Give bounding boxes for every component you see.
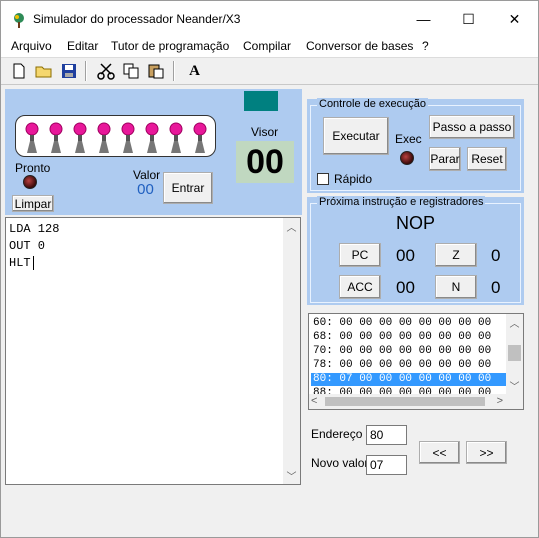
memory-row[interactable]: 60: 00 00 00 00 00 00 00 00 bbox=[311, 317, 507, 330]
menu-conversor[interactable]: Conversor de bases bbox=[306, 39, 413, 53]
scroll-down-icon[interactable]: ﹀ bbox=[506, 377, 523, 394]
code-line: HLT bbox=[9, 256, 31, 270]
novo-valor-label: Novo valor bbox=[311, 456, 369, 470]
cut-icon bbox=[96, 63, 115, 80]
window-title: Simulador do processador Neander/X3 bbox=[33, 12, 241, 26]
scroll-up-icon[interactable]: ︿ bbox=[283, 218, 300, 235]
z-button[interactable]: Z bbox=[435, 243, 477, 267]
leds-panel bbox=[15, 115, 216, 157]
n-button[interactable]: N bbox=[435, 275, 477, 299]
parar-button[interactable]: Parar bbox=[429, 147, 461, 171]
memory-row[interactable]: 68: 00 00 00 00 00 00 00 00 bbox=[311, 331, 507, 344]
exec-label: Exec bbox=[395, 132, 422, 146]
memory-hscrollbar[interactable]: < > bbox=[309, 394, 523, 409]
rapido-checkbox[interactable] bbox=[317, 173, 329, 185]
endereco-label: Endereço bbox=[311, 427, 363, 441]
code-line: OUT 0 bbox=[9, 239, 46, 253]
passo-a-passo-button[interactable]: Passo a passo bbox=[429, 115, 515, 139]
menu-help[interactable]: ? bbox=[422, 39, 429, 53]
code-line: LDA 128 bbox=[9, 222, 60, 236]
pronto-lamp bbox=[23, 175, 37, 189]
entrar-button[interactable]: Entrar bbox=[163, 172, 213, 204]
pc-button[interactable]: PC bbox=[339, 243, 381, 267]
valor-label: Valor bbox=[133, 168, 161, 182]
code-editor[interactable]: LDA 128 OUT 0 HLT ︿ ﹀ bbox=[5, 217, 301, 485]
menu-bar: Arquivo Editar Tutor de programação Comp… bbox=[1, 37, 538, 57]
memory-row[interactable]: 78: 00 00 00 00 00 00 00 00 bbox=[311, 359, 507, 372]
scroll-down-icon[interactable]: ﹀ bbox=[283, 467, 300, 484]
menu-editar[interactable]: Editar bbox=[67, 39, 98, 53]
memory-row[interactable]: 70: 00 00 00 00 00 00 00 00 bbox=[311, 345, 507, 358]
registers-panel: Próxima instrução e registradores NOP PC… bbox=[307, 196, 524, 305]
exec-lamp bbox=[400, 151, 414, 165]
led-lamp-icon bbox=[24, 120, 40, 156]
copy-button[interactable] bbox=[119, 60, 142, 82]
rapido-label: Rápido bbox=[334, 172, 373, 186]
pc-value: 00 bbox=[396, 246, 415, 265]
novo-valor-input[interactable]: 07 bbox=[366, 455, 407, 475]
io-panel: Visor 00 Pronto Limpar Valor 00 Entrar bbox=[5, 89, 302, 215]
save-icon bbox=[61, 64, 76, 78]
z-value: 0 bbox=[491, 246, 501, 265]
next-button[interactable]: >> bbox=[466, 441, 507, 464]
led-lamp-icon bbox=[144, 120, 160, 156]
cut-button[interactable] bbox=[94, 60, 117, 82]
led-lamp-icon bbox=[192, 120, 208, 156]
reset-button[interactable]: Reset bbox=[467, 147, 507, 171]
memory-row[interactable]: 80: 07 00 00 00 00 00 00 00 bbox=[311, 373, 507, 386]
next-instruction: NOP bbox=[395, 213, 435, 233]
prev-button[interactable]: << bbox=[419, 441, 460, 464]
paste-icon bbox=[148, 64, 163, 79]
controle-panel: Controle de execução Executar Exec Passo… bbox=[307, 98, 524, 193]
new-file-button[interactable] bbox=[7, 60, 30, 82]
scroll-thumb[interactable] bbox=[508, 345, 521, 361]
led-lamp-icon bbox=[72, 120, 88, 156]
teal-indicator bbox=[244, 91, 278, 111]
toolbar-separator bbox=[173, 61, 175, 81]
app-window: Simulador do processador Neander/X3 — ☐ … bbox=[0, 0, 539, 538]
open-folder-icon bbox=[35, 66, 51, 78]
acc-button[interactable]: ACC bbox=[339, 275, 381, 299]
menu-arquivo[interactable]: Arquivo bbox=[11, 39, 52, 53]
limpar-button[interactable]: Limpar bbox=[12, 195, 54, 212]
scroll-thumb-h[interactable] bbox=[325, 397, 485, 406]
memory-vscrollbar[interactable]: ︿ ﹀ bbox=[506, 314, 523, 394]
title-bar: Simulador do processador Neander/X3 — ☐ … bbox=[1, 1, 538, 37]
scroll-left-icon[interactable]: < bbox=[311, 395, 317, 407]
pronto-label: Pronto bbox=[15, 161, 51, 175]
endereco-input[interactable]: 80 bbox=[366, 425, 407, 445]
maximize-button[interactable]: ☐ bbox=[446, 1, 491, 37]
editor-scrollbar[interactable]: ︿ ﹀ bbox=[283, 218, 300, 484]
executar-button[interactable]: Executar bbox=[323, 117, 389, 155]
visor-display: 00 bbox=[236, 141, 294, 183]
menu-tutor[interactable]: Tutor de programação bbox=[111, 39, 229, 53]
memory-table[interactable]: 60: 00 00 00 00 00 00 00 00 68: 00 00 00 … bbox=[308, 313, 524, 410]
copy-icon bbox=[123, 63, 138, 79]
toolbar-separator bbox=[85, 61, 87, 81]
led-lamp-icon bbox=[96, 120, 112, 156]
scroll-up-icon[interactable]: ︿ bbox=[506, 314, 523, 331]
minimize-button[interactable]: — bbox=[401, 1, 446, 37]
n-value: 0 bbox=[491, 278, 501, 297]
valor-field[interactable]: 00 bbox=[133, 181, 158, 198]
text-cursor bbox=[33, 256, 34, 270]
close-button[interactable]: ✕ bbox=[492, 1, 537, 37]
visor-label: Visor bbox=[251, 125, 279, 139]
acc-value: 00 bbox=[396, 278, 415, 297]
new-file-icon bbox=[13, 63, 24, 79]
open-button[interactable] bbox=[32, 60, 55, 82]
menu-compilar[interactable]: Compilar bbox=[243, 39, 291, 53]
registers-title: Próxima instrução e registradores bbox=[317, 196, 486, 208]
led-lamp-icon bbox=[120, 120, 136, 156]
toolbar: A bbox=[1, 57, 538, 85]
led-lamp-icon bbox=[48, 120, 64, 156]
font-button[interactable]: A bbox=[183, 60, 206, 82]
led-lamp-icon bbox=[168, 120, 184, 156]
scroll-right-icon[interactable]: > bbox=[497, 395, 503, 407]
paste-button[interactable] bbox=[144, 60, 167, 82]
save-button[interactable] bbox=[57, 60, 80, 82]
controle-title: Controle de execução bbox=[317, 98, 429, 110]
app-logo-icon bbox=[14, 13, 24, 28]
